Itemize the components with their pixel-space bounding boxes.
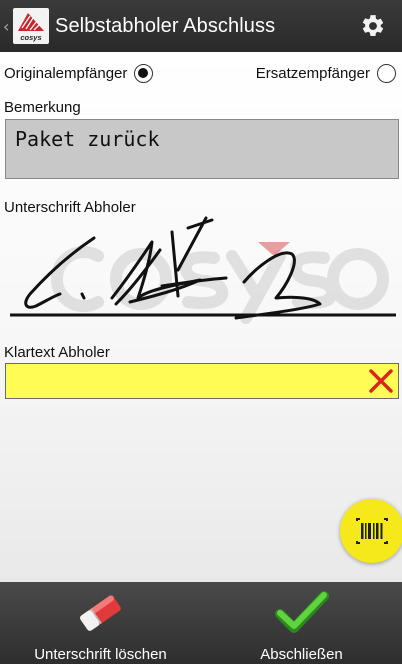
bottom-action-bar: Unterschrift löschen Abschließen xyxy=(0,582,402,664)
radio-substitute-button[interactable] xyxy=(377,64,396,83)
finish-label: Abschließen xyxy=(260,646,343,663)
radio-substitute-recipient[interactable]: Ersatzempfänger xyxy=(256,64,396,83)
signature-canvas[interactable] xyxy=(0,214,402,324)
app-logo[interactable]: cosys xyxy=(13,8,49,44)
eraser-icon xyxy=(79,595,121,631)
close-icon[interactable] xyxy=(367,367,395,395)
radio-original-label: Originalempfänger xyxy=(4,65,128,82)
clear-signature-button[interactable]: Unterschrift löschen xyxy=(0,582,201,664)
barcode-icon xyxy=(356,518,388,544)
gear-icon[interactable] xyxy=(360,13,386,39)
cleartext-input[interactable] xyxy=(5,363,399,399)
clear-signature-label: Unterschrift löschen xyxy=(34,646,167,663)
remark-field[interactable]: Paket zurück xyxy=(5,119,399,179)
remark-label: Bemerkung xyxy=(4,99,81,116)
finish-button[interactable]: Abschließen xyxy=(201,582,402,664)
scan-barcode-button[interactable] xyxy=(340,499,402,563)
radio-original-recipient[interactable]: Originalempfänger xyxy=(4,64,154,83)
signature-pad[interactable] xyxy=(0,214,402,324)
checkmark-icon xyxy=(274,591,329,633)
page-title: Selbstabholer Abschluss xyxy=(55,14,276,37)
cosys-logo-icon: cosys xyxy=(18,13,44,42)
recipient-radio-group: Originalempfänger Ersatzempfänger xyxy=(4,64,396,88)
cosys-watermark-icon xyxy=(50,246,389,324)
action-bar: ‹ cosys Selbstabholer Abschluss xyxy=(0,0,402,52)
logo-text: cosys xyxy=(20,33,41,42)
radio-original-button[interactable] xyxy=(134,64,154,83)
form-content: Originalempfänger Ersatzempfänger Bemerk… xyxy=(0,52,402,582)
cleartext-label: Klartext Abholer xyxy=(4,344,110,361)
radio-substitute-label: Ersatzempfänger xyxy=(255,65,370,82)
back-chevron-icon[interactable]: ‹ xyxy=(3,17,11,36)
